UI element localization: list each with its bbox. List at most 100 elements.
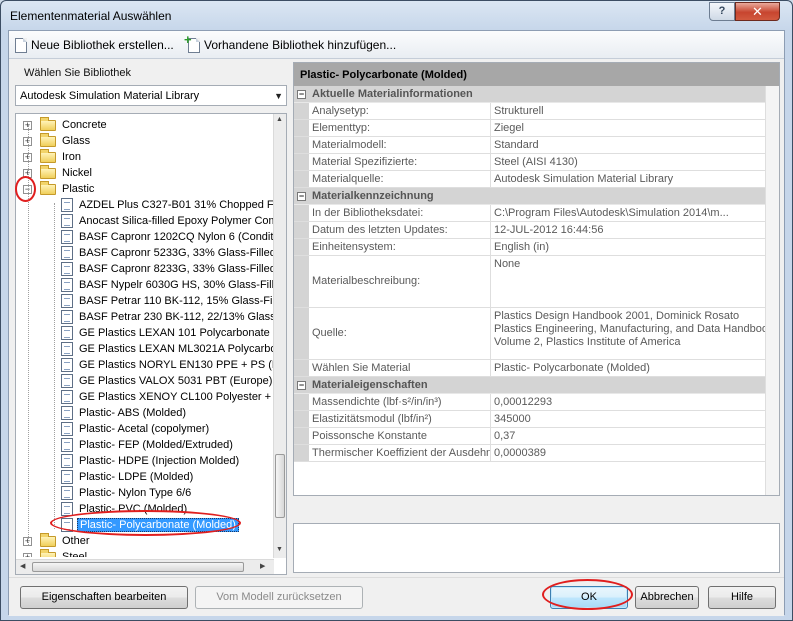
expand-icon[interactable]: +	[23, 553, 32, 557]
tree-node-label: Plastic- Acetal (copolymer)	[79, 423, 210, 435]
tree-vertical-scrollbar[interactable]: ▲ ▼	[273, 114, 286, 558]
material-icon	[61, 470, 73, 484]
row-gutter	[294, 137, 309, 153]
tree-folder-node[interactable]: + Concrete	[16, 117, 274, 133]
property-row[interactable]: Quelle: Plastics Design Handbook 2001, Do…	[294, 308, 779, 360]
property-row[interactable]: Thermischer Koeffizient der Ausdehnu 0,00…	[294, 445, 779, 462]
property-row[interactable]: Analysetyp: Strukturell	[294, 103, 779, 120]
toolbar: Neue Bibliothek erstellen... + Vorhanden…	[9, 31, 784, 59]
help-title-button[interactable]: ?	[709, 2, 735, 21]
property-value: 345000	[494, 413, 531, 425]
row-gutter	[294, 360, 309, 376]
property-row[interactable]: Einheitensystem: English (in)	[294, 239, 779, 256]
property-value: Autodesk Simulation Material Library	[494, 173, 674, 185]
property-row[interactable]: Massendichte (lbf·s²/in/in³) 0,00012293	[294, 394, 779, 411]
property-row[interactable]: Materialquelle: Autodesk Simulation Mater…	[294, 171, 779, 188]
column-divider	[490, 103, 491, 119]
tree-node-label: GE Plastics LEXAN ML3021A Polycarbon	[79, 343, 274, 355]
tree-folder-node[interactable]: + Nickel	[16, 165, 274, 181]
reset-from-model-button[interactable]: Vom Modell zurücksetzen	[195, 586, 363, 609]
scroll-down-icon[interactable]: ▼	[276, 546, 283, 553]
tree-horizontal-scrollbar[interactable]: ◀ ▶	[16, 559, 274, 574]
property-row[interactable]: In der Bibliotheksdatei: C:\Program Files…	[294, 205, 779, 222]
scroll-up-icon[interactable]: ▲	[276, 116, 283, 123]
tree-folder-node[interactable]: + Iron	[16, 149, 274, 165]
material-icon	[61, 342, 73, 356]
material-icon	[61, 310, 73, 324]
folder-icon	[40, 133, 56, 147]
column-divider	[490, 360, 491, 376]
row-gutter	[294, 394, 309, 410]
scroll-left-icon[interactable]: ◀	[20, 562, 25, 570]
column-divider	[490, 256, 491, 307]
cancel-button[interactable]: Abbrechen	[635, 586, 699, 609]
tree-node-label: Plastic- ABS (Molded)	[79, 407, 186, 419]
tree-folder-node[interactable]: + Glass	[16, 133, 274, 149]
property-name: Elastizitätsmodul (lbf/in²)	[312, 413, 432, 425]
property-row[interactable]: Materialmodell: Standard	[294, 137, 779, 154]
tree-node-label: GE Plastics NORYL EN130 PPE + PS (Eu	[79, 359, 274, 371]
column-divider	[490, 205, 491, 221]
tree-horizontal-scroll-thumb[interactable]	[32, 562, 244, 572]
edit-properties-button[interactable]: Eigenschaften bearbeiten	[20, 586, 188, 609]
column-divider	[490, 445, 491, 461]
description-box	[293, 523, 780, 573]
close-button[interactable]: ✕	[735, 2, 780, 21]
property-name: Material Spezifizierte:	[312, 156, 418, 168]
property-row[interactable]: Poissonsche Konstante 0,37	[294, 428, 779, 445]
row-gutter	[294, 103, 309, 119]
title-bar[interactable]: Elementenmaterial Auswählen ? ✕	[1, 1, 792, 31]
folder-icon	[40, 165, 56, 179]
property-row[interactable]: Material Spezifizierte: Steel (AISI 4130)	[294, 154, 779, 171]
scroll-right-icon[interactable]: ▶	[260, 562, 265, 570]
row-gutter	[294, 239, 309, 255]
collapse-icon[interactable]: −	[297, 192, 306, 201]
material-icon	[61, 486, 73, 500]
property-value: Steel (AISI 4130)	[494, 156, 578, 168]
tree-node-label: BASF Petrar 230 BK-112, 22/13% Glass/	[79, 311, 274, 323]
tree-node-label: BASF Capronr 1202CQ Nylon 6 (Condition	[79, 231, 274, 243]
property-name: Datum des letzten Updates:	[312, 224, 448, 236]
add-library-button[interactable]: + Vorhandene Bibliothek hinzufügen...	[184, 33, 396, 54]
row-gutter	[294, 205, 309, 221]
tree-node-label: AZDEL Plus C327-B01 31% Chopped Fib	[79, 199, 274, 211]
column-divider	[490, 411, 491, 427]
property-value: 0,00012293	[494, 396, 553, 408]
property-row[interactable]: Datum des letzten Updates: 12-JUL-2012 16…	[294, 222, 779, 239]
material-icon	[61, 198, 73, 212]
tree-node-label: Plastic	[62, 183, 95, 195]
folder-icon	[40, 549, 56, 557]
property-name: Analysetyp:	[312, 105, 369, 117]
row-gutter	[294, 120, 309, 136]
property-row[interactable]: Elastizitätsmodul (lbf/in²) 345000	[294, 411, 779, 428]
property-row[interactable]: Elementtyp: Ziegel	[294, 120, 779, 137]
property-row[interactable]: Materialbeschreibung: None	[294, 256, 779, 308]
property-section-header[interactable]: − Aktuelle Materialinformationen	[294, 86, 779, 103]
tree-folder-node[interactable]: − Plastic	[16, 181, 274, 197]
collapse-icon[interactable]: −	[297, 90, 306, 99]
column-divider	[490, 428, 491, 444]
property-section-header[interactable]: − Materialkennzeichnung	[294, 188, 779, 205]
library-select[interactable]: Autodesk Simulation Material Library ▼	[15, 85, 287, 106]
new-library-button[interactable]: Neue Bibliothek erstellen...	[15, 36, 174, 54]
property-section-header[interactable]: − Materialeigenschaften	[294, 377, 779, 394]
tree-node-label: GE Plastics LEXAN 101 Polycarbonate (E	[79, 327, 274, 339]
property-name: In der Bibliotheksdatei:	[312, 207, 424, 219]
help-button[interactable]: Hilfe	[708, 586, 776, 609]
column-divider	[490, 394, 491, 410]
properties-scrollbar[interactable]	[765, 86, 779, 495]
column-divider	[490, 171, 491, 187]
tree-node-label: Plastic- HDPE (Injection Molded)	[79, 455, 240, 467]
property-value: English (in)	[494, 241, 550, 253]
folder-icon	[40, 181, 56, 195]
column-divider	[490, 137, 491, 153]
property-row[interactable]: Wählen Sie Material Plastic- Polycarbonat…	[294, 360, 779, 377]
collapse-icon[interactable]: −	[297, 381, 306, 390]
property-name: Wählen Sie Material	[312, 362, 411, 374]
annotation-circle-selection	[50, 510, 241, 536]
tree-folder-node[interactable]: + Steel	[16, 549, 274, 557]
material-tree[interactable]: + Concrete + Glass + Iron + Nickel − Plastic AZDEL…	[15, 113, 287, 575]
tree-vertical-scroll-thumb[interactable]	[275, 454, 285, 518]
tree-node-label: Iron	[62, 151, 81, 163]
column-divider	[490, 308, 491, 359]
